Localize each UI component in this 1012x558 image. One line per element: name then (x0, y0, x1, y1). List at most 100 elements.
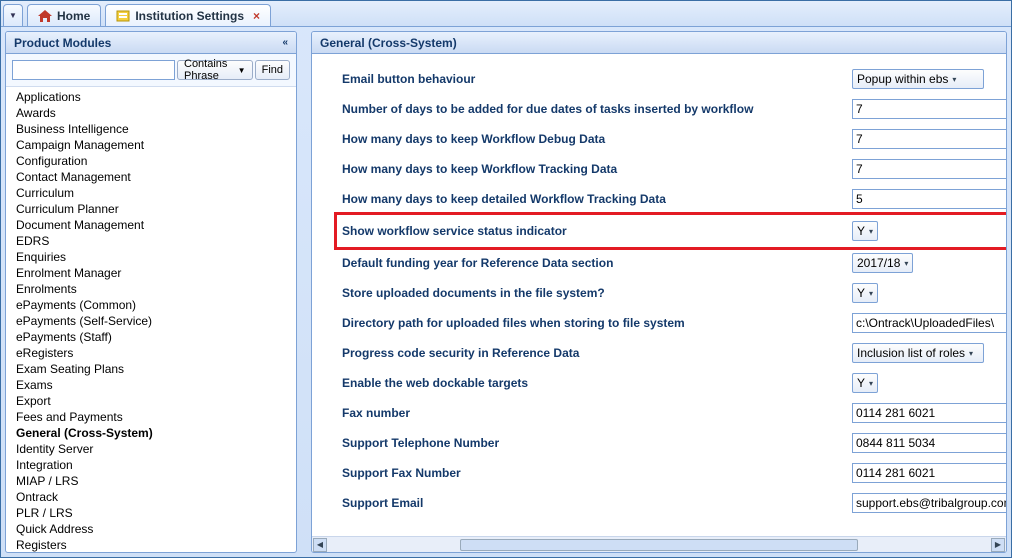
setting-dropdown[interactable]: Y▾ (852, 373, 878, 393)
sidebar-item[interactable]: Business Intelligence (16, 121, 296, 137)
tab-settings-label: Institution Settings (135, 9, 244, 23)
collapse-icon[interactable]: « (282, 37, 288, 48)
splitter-handle[interactable] (301, 31, 307, 553)
sidebar-item[interactable]: Applications (16, 89, 296, 105)
sidebar-item[interactable]: Exam Seating Plans (16, 361, 296, 377)
setting-label: Progress code security in Reference Data (342, 346, 852, 360)
chevron-down-icon: ▾ (952, 75, 956, 84)
setting-label: Store uploaded documents in the file sys… (342, 286, 852, 300)
setting-label: Number of days to be added for due dates… (342, 102, 852, 116)
chevron-down-icon: ▾ (869, 227, 873, 236)
sidebar-item[interactable]: Export (16, 393, 296, 409)
setting-control (852, 463, 1006, 483)
settings-panel: General (Cross-System) Email button beha… (311, 31, 1007, 553)
sidebar-item[interactable]: Enrolment Manager (16, 265, 296, 281)
chevron-down-icon: ▾ (904, 259, 908, 268)
setting-text-input[interactable] (852, 403, 1006, 423)
tab-home[interactable]: Home (27, 4, 101, 26)
settings-scroll[interactable]: Email button behaviourPopup within ebs▾N… (312, 54, 1006, 536)
setting-text-input[interactable] (852, 463, 1006, 483)
sidebar-item[interactable]: General (Cross-System) (16, 425, 296, 441)
module-list[interactable]: ApplicationsAwardsBusiness IntelligenceC… (6, 87, 296, 552)
app-menu-dropdown[interactable]: ▼ (3, 4, 23, 26)
settings-title: General (Cross-System) (320, 36, 457, 50)
setting-label: Email button behaviour (342, 72, 852, 86)
setting-dropdown-value: Y (857, 376, 865, 390)
setting-dropdown[interactable]: Popup within ebs▾ (852, 69, 984, 89)
setting-label: Default funding year for Reference Data … (342, 256, 852, 270)
sidebar-item[interactable]: PLR / LRS (16, 505, 296, 521)
setting-label: Support Telephone Number (342, 436, 852, 450)
sidebar-item[interactable]: Registers (16, 537, 296, 552)
sidebar-item[interactable]: Curriculum Planner (16, 201, 296, 217)
sidebar-item[interactable]: MIAP / LRS (16, 473, 296, 489)
scroll-right-button[interactable]: ▶ (991, 538, 1005, 552)
tab-close-button[interactable]: × (253, 9, 260, 23)
setting-dropdown[interactable]: Y▾ (852, 221, 878, 241)
setting-text-input[interactable] (852, 313, 1006, 333)
settings-row: Fax number (342, 398, 1006, 428)
setting-dropdown-value: Y (857, 286, 865, 300)
setting-dropdown[interactable]: Inclusion list of roles▾ (852, 343, 984, 363)
sidebar-item[interactable]: Fees and Payments (16, 409, 296, 425)
horizontal-scrollbar[interactable]: ◀ ▶ (312, 536, 1006, 552)
find-button[interactable]: Find (255, 60, 290, 80)
chevron-down-icon: ▼ (9, 11, 17, 20)
setting-label: Support Email (342, 496, 852, 510)
settings-row: Directory path for uploaded files when s… (342, 308, 1006, 338)
setting-label: How many days to keep Workflow Debug Dat… (342, 132, 852, 146)
setting-control: Inclusion list of roles▾ (852, 343, 1006, 363)
filter-mode-label: Contains Phrase (184, 58, 238, 82)
sidebar-item[interactable]: Integration (16, 457, 296, 473)
settings-row: Default funding year for Reference Data … (342, 248, 1006, 278)
sidebar-item[interactable]: Exams (16, 377, 296, 393)
sidebar-item[interactable]: ePayments (Self-Service) (16, 313, 296, 329)
setting-text-input[interactable] (852, 159, 1006, 179)
setting-control: Popup within ebs▾ (852, 69, 1006, 89)
sidebar-item[interactable]: Contact Management (16, 169, 296, 185)
sidebar-item[interactable]: ePayments (Staff) (16, 329, 296, 345)
sidebar-item[interactable]: Configuration (16, 153, 296, 169)
chevron-down-icon: ▾ (869, 289, 873, 298)
sidebar-item[interactable]: Ontrack (16, 489, 296, 505)
settings-row: Store uploaded documents in the file sys… (342, 278, 1006, 308)
find-button-label: Find (262, 64, 283, 76)
sidebar-item[interactable]: Curriculum (16, 185, 296, 201)
sidebar-item[interactable]: Enquiries (16, 249, 296, 265)
setting-text-input[interactable] (852, 433, 1006, 453)
setting-control (852, 159, 1006, 179)
settings-row: Show workflow service status indicatorY▾ (336, 214, 1006, 248)
setting-control (852, 493, 1006, 513)
setting-text-input[interactable] (852, 189, 1006, 209)
sidebar-item[interactable]: EDRS (16, 233, 296, 249)
module-search-input[interactable] (12, 60, 175, 80)
setting-dropdown[interactable]: Y▾ (852, 283, 878, 303)
settings-row: How many days to keep Workflow Tracking … (342, 154, 1006, 184)
sidebar-item[interactable]: Enrolments (16, 281, 296, 297)
setting-dropdown-value: 2017/18 (857, 256, 900, 270)
setting-control: Y▾ (852, 373, 1006, 393)
sidebar-item[interactable]: Awards (16, 105, 296, 121)
setting-dropdown[interactable]: 2017/18 ▾ (852, 253, 913, 273)
sidebar-item[interactable]: Campaign Management (16, 137, 296, 153)
scroll-thumb[interactable] (460, 539, 857, 551)
sidebar-item[interactable]: Quick Address (16, 521, 296, 537)
sidebar-item[interactable]: Identity Server (16, 441, 296, 457)
setting-text-input[interactable] (852, 99, 1006, 119)
setting-label: Fax number (342, 406, 852, 420)
sidebar-item[interactable]: eRegisters (16, 345, 296, 361)
tab-home-label: Home (57, 9, 90, 23)
setting-text-input[interactable] (852, 493, 1006, 513)
filter-mode-dropdown[interactable]: Contains Phrase ▼ (177, 60, 253, 80)
setting-control (852, 189, 1006, 209)
scroll-left-button[interactable]: ◀ (313, 538, 327, 552)
settings-row: Support Email (342, 488, 1006, 518)
tab-institution-settings[interactable]: Institution Settings × (105, 4, 271, 26)
chevron-down-icon: ▾ (969, 349, 973, 358)
setting-label: Enable the web dockable targets (342, 376, 852, 390)
setting-control: Y▾ (852, 283, 1006, 303)
setting-text-input[interactable] (852, 129, 1006, 149)
sidebar-item[interactable]: Document Management (16, 217, 296, 233)
sidebar-item[interactable]: ePayments (Common) (16, 297, 296, 313)
tab-strip: ▼ Home Institution Settings × (1, 1, 1011, 27)
